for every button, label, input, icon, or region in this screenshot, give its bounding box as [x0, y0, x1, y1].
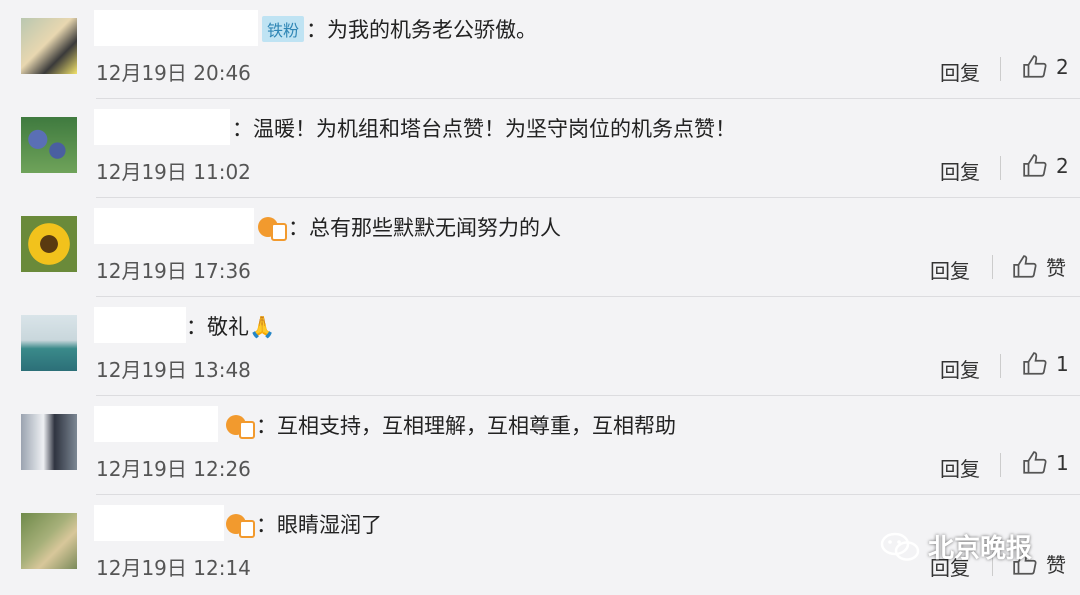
- comment-text: ：眼睛湿润了: [256, 513, 382, 537]
- like-label: 赞: [1046, 553, 1066, 577]
- reply-button[interactable]: 回复: [940, 57, 980, 86]
- like-button[interactable]: 赞: [1012, 252, 1066, 281]
- divider: [1000, 57, 1001, 81]
- comment-text-line: 铁粉 ：为我的机务老公骄傲。: [262, 14, 537, 44]
- reply-button[interactable]: 回复: [940, 156, 980, 185]
- watermark: 北京晚报: [880, 528, 1032, 565]
- comment-time: 12月19日 20:46: [96, 61, 251, 85]
- avatar[interactable]: [21, 315, 77, 371]
- comment-list: 铁粉 ：为我的机务老公骄傲。 12月19日 20:46 回复 2 ：温暖！为机组…: [0, 0, 1080, 595]
- comment-text: ：互相支持，互相理解，互相尊重，互相帮助: [256, 414, 676, 438]
- like-button[interactable]: 1: [1022, 450, 1069, 476]
- like-button[interactable]: 1: [1022, 351, 1069, 377]
- like-button[interactable]: 2: [1022, 153, 1069, 179]
- like-count: 1: [1056, 451, 1069, 475]
- comment-text: ：敬礼🙏: [186, 315, 276, 339]
- reply-button[interactable]: 回复: [940, 453, 980, 482]
- vip-icon: [226, 413, 255, 439]
- comment-item: ：敬礼🙏 12月19日 13:48 回复 1: [0, 297, 1080, 396]
- like-label: 赞: [1046, 256, 1066, 280]
- avatar[interactable]: [21, 216, 77, 272]
- thumbs-up-icon: [1023, 55, 1047, 78]
- like-count: 2: [1056, 55, 1069, 79]
- watermark-text: 北京晚报: [928, 534, 1033, 564]
- comment-text-line: ：总有那些默默无闻努力的人: [258, 212, 561, 242]
- comment-text-line: ：互相支持，互相理解，互相尊重，互相帮助: [226, 410, 676, 440]
- wechat-logo-icon: [880, 532, 920, 561]
- divider: [1000, 156, 1001, 180]
- comment-time: 12月19日 12:26: [96, 457, 251, 481]
- reply-button[interactable]: 回复: [930, 255, 970, 284]
- comment-text: ：总有那些默默无闻努力的人: [288, 216, 561, 240]
- avatar[interactable]: [21, 117, 77, 173]
- thumbs-up-icon: [1023, 154, 1047, 177]
- username-redacted[interactable]: [94, 406, 218, 442]
- avatar[interactable]: [21, 18, 77, 74]
- vip-icon: [226, 512, 255, 538]
- like-button[interactable]: 2: [1022, 54, 1069, 80]
- username-redacted[interactable]: [94, 505, 224, 541]
- avatar[interactable]: [21, 414, 77, 470]
- comment-text-line: ：温暖！为机组和塔台点赞！为坚守岗位的机务点赞！: [232, 113, 736, 143]
- username-redacted[interactable]: [94, 307, 186, 343]
- comment-time: 12月19日 17:36: [96, 259, 251, 283]
- thumbs-up-icon: [1023, 451, 1047, 474]
- divider: [1000, 453, 1001, 477]
- comment-text: ：温暖！为机组和塔台点赞！为坚守岗位的机务点赞！: [232, 117, 736, 141]
- divider: [992, 255, 993, 279]
- comment-time: 12月19日 12:14: [96, 556, 251, 580]
- comment-time: 12月19日 13:48: [96, 358, 251, 382]
- username-redacted[interactable]: [94, 109, 230, 145]
- thumbs-up-icon: [1023, 352, 1047, 375]
- comment-item: 铁粉 ：为我的机务老公骄傲。 12月19日 20:46 回复 2: [0, 0, 1080, 99]
- like-count: 1: [1056, 352, 1069, 376]
- comment-text-line: ：敬礼🙏: [186, 311, 275, 341]
- comment-time: 12月19日 11:02: [96, 160, 251, 184]
- comment-item: ：互相支持，互相理解，互相尊重，互相帮助 12月19日 12:26 回复 1: [0, 396, 1080, 495]
- comment-item: ：总有那些默默无闻努力的人 12月19日 17:36 回复 赞: [0, 198, 1080, 297]
- fan-badge: 铁粉: [262, 16, 305, 42]
- reply-button[interactable]: 回复: [940, 354, 980, 383]
- username-redacted[interactable]: [94, 208, 254, 244]
- vip-icon: [258, 215, 287, 241]
- thumbs-up-icon: [1013, 254, 1037, 278]
- comment-text-line: ：眼睛湿润了: [226, 509, 382, 539]
- comment-item: ：温暖！为机组和塔台点赞！为坚守岗位的机务点赞！ 12月19日 11:02 回复…: [0, 99, 1080, 198]
- avatar[interactable]: [21, 513, 77, 569]
- username-redacted[interactable]: [94, 10, 258, 46]
- like-count: 2: [1056, 154, 1069, 178]
- divider: [1000, 354, 1001, 378]
- comment-text: ：为我的机务老公骄傲。: [306, 18, 538, 42]
